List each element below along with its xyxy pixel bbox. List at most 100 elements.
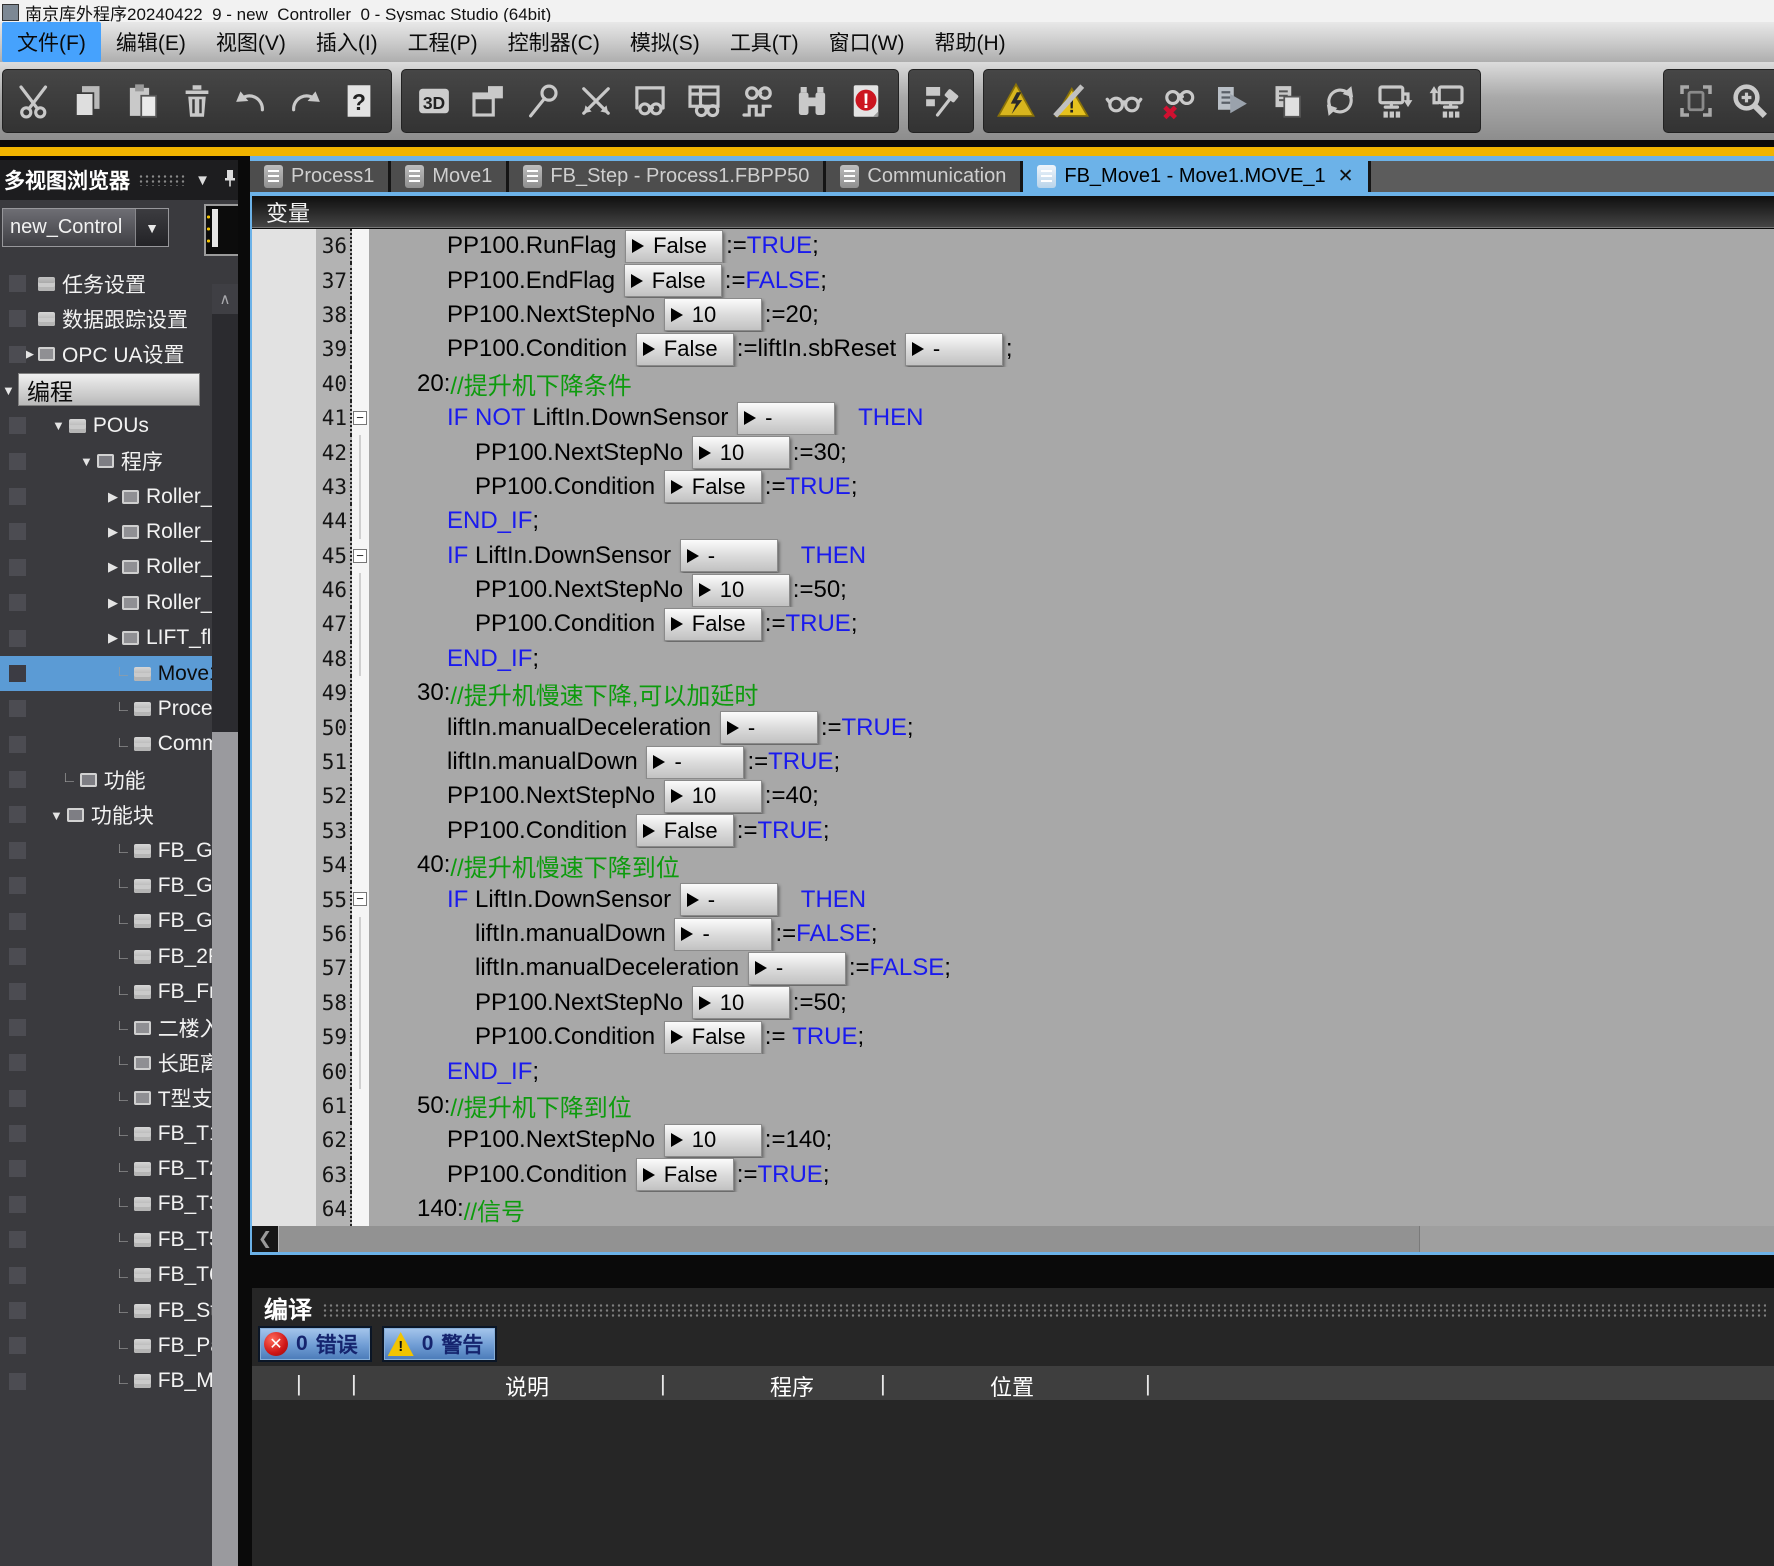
item-checkbox[interactable]	[9, 487, 26, 505]
scroll-left-button[interactable]: ❮	[252, 1226, 278, 1252]
errors-filter-button[interactable]: ✕ 0 错误	[258, 1326, 372, 1362]
tools-button[interactable]	[518, 75, 566, 127]
tree-item-fb_gene[interactable]: ∟ FB_Gene	[0, 868, 212, 903]
code-line[interactable]: 63 PP100.Condition False:= TRUE;	[252, 1157, 1774, 1192]
edit-mode-button[interactable]	[917, 75, 965, 127]
tree-item-fb_gene[interactable]: ∟ FB_Gene	[0, 904, 212, 939]
controller-selector[interactable]: new_Control ▼	[2, 208, 169, 247]
item-checkbox[interactable]	[9, 345, 26, 363]
online-value-box[interactable]: 10	[663, 1123, 762, 1157]
item-checkbox[interactable]	[9, 1124, 26, 1142]
tree-item--[interactable]: ∟ 二楼入库	[0, 1010, 212, 1045]
online-value-box[interactable]: False	[635, 332, 734, 366]
online-value-box[interactable]: False	[635, 814, 734, 848]
item-checkbox[interactable]	[9, 1160, 26, 1178]
code-content[interactable]: PP100.NextStepNo 10:=30;	[369, 435, 1774, 470]
code-line[interactable]: 53 PP100.Condition False:= TRUE;	[252, 813, 1774, 849]
code-line[interactable]: 58 PP100.NextStepNo 10:=50;	[252, 985, 1774, 1020]
tab-process1[interactable]: Process1	[250, 161, 389, 192]
fit-screen-button[interactable]	[1672, 75, 1720, 127]
menu-item-1[interactable]: 文件(F)	[2, 22, 101, 62]
horizontal-scrollbar-thumb[interactable]	[278, 1226, 1420, 1252]
menu-item-9[interactable]: 窗口(W)	[814, 22, 920, 62]
online-value-box[interactable]: -	[679, 883, 778, 917]
upload-from-controller-button[interactable]	[1424, 75, 1472, 127]
tab-move1[interactable]: Move1	[391, 161, 507, 192]
horizontal-scrollbar[interactable]: ❮	[252, 1226, 1774, 1252]
fold-collapse-icon[interactable]: −	[353, 892, 367, 907]
monitor-stop-button[interactable]	[1154, 75, 1202, 127]
scroll-up-button[interactable]: ∧	[212, 284, 238, 314]
tree-item-move1[interactable]: ∟ Move1	[0, 655, 212, 692]
code-content[interactable]: PP100.NextStepNo 10:=20;	[369, 298, 1774, 332]
item-checkbox[interactable]	[9, 1337, 26, 1355]
tree-item-fb_frequ[interactable]: ∟ FB_Frequ	[0, 974, 212, 1009]
undo-button[interactable]	[227, 75, 275, 127]
code-content[interactable]: PP100.Condition False:= TRUE;	[369, 1158, 1774, 1192]
zoom-in-button[interactable]	[1726, 75, 1774, 127]
chevron-down-icon[interactable]: ▼	[135, 209, 168, 246]
menu-item-6[interactable]: 控制器(C)	[493, 22, 615, 62]
online-value-box[interactable]: False	[623, 264, 722, 298]
cut-button[interactable]	[11, 75, 59, 127]
tree-item-roller_flo[interactable]: ▶ Roller_flo	[0, 585, 212, 620]
code-content[interactable]: PP100.NextStepNo 10:=50;	[369, 573, 1774, 607]
code-content[interactable]: IF LiftIn.DownSensor - THEN	[369, 882, 1774, 917]
synchronize-button[interactable]	[1316, 75, 1364, 127]
item-checkbox[interactable]	[9, 310, 26, 328]
chevron-down-icon[interactable]: ▼	[52, 418, 65, 433]
item-checkbox[interactable]	[9, 948, 26, 966]
code-line[interactable]: 38 PP100.NextStepNo 10:=20;	[252, 297, 1774, 333]
code-line[interactable]: 47 PP100.Condition False:= TRUE;	[252, 607, 1774, 642]
code-content[interactable]: 20://提升机下降条件	[369, 367, 1774, 401]
section-header-programming[interactable]: ▼ 编程	[0, 372, 212, 408]
fold-collapse-icon[interactable]: −	[353, 410, 367, 425]
tree-item-fb_passw[interactable]: ∟ FB_Passw	[0, 1328, 212, 1363]
menu-item-7[interactable]: 模拟(S)	[615, 22, 715, 62]
code-content[interactable]: END_IF;	[369, 1054, 1774, 1088]
code-content[interactable]: END_IF;	[369, 504, 1774, 538]
code-content[interactable]: 40://提升机慢速下降到位	[369, 848, 1774, 882]
code-line[interactable]: 37 PP100.EndFlag False:= FALSE;	[252, 263, 1774, 298]
code-line[interactable]: 44 END_IF;	[252, 504, 1774, 539]
code-content[interactable]: PP100.Condition False:= TRUE;	[369, 607, 1774, 641]
chevron-down-icon[interactable]: ▼	[50, 808, 63, 823]
code-line[interactable]: 64 140://信号	[252, 1191, 1774, 1226]
code-content[interactable]: liftIn.manualDeceleration -:= FALSE;	[369, 951, 1774, 985]
item-checkbox[interactable]	[9, 1301, 26, 1319]
chevron-right-icon[interactable]: ▶	[108, 630, 118, 646]
watch-table-button[interactable]	[680, 75, 728, 127]
paste-button[interactable]	[119, 75, 167, 127]
online-value-box[interactable]: 10	[663, 779, 762, 813]
monitor-button[interactable]	[1100, 75, 1148, 127]
column-separator[interactable]: |	[296, 1371, 302, 1397]
item-checkbox[interactable]	[9, 806, 26, 824]
item-checkbox[interactable]	[9, 1018, 26, 1036]
tree-item-commu[interactable]: ∟ Commu	[0, 727, 212, 762]
copy-button[interactable]	[65, 75, 113, 127]
column-separator[interactable]: |	[660, 1371, 666, 1397]
variables-bar[interactable]: 变量	[252, 196, 1774, 228]
item-checkbox[interactable]	[9, 664, 26, 682]
online-value-box[interactable]: -	[674, 917, 773, 951]
code-line[interactable]: 45 − IF LiftIn.DownSensor - THEN	[252, 538, 1774, 573]
sidebar-scrollbar[interactable]: ∧	[212, 284, 238, 1566]
code-line[interactable]: 49 30://提升机慢速下降,可以加延时	[252, 676, 1774, 711]
sidebar-scrollbar-thumb[interactable]	[212, 732, 238, 1566]
tree-item--[interactable]: ▼ 功能块	[0, 797, 212, 832]
chevron-down-icon[interactable]: ▼	[80, 454, 93, 469]
output-window-button[interactable]: !	[842, 75, 890, 127]
pin-icon[interactable]	[222, 169, 238, 192]
run-button[interactable]	[1208, 75, 1256, 127]
code-content[interactable]: 30://提升机慢速下降,可以加延时	[369, 676, 1774, 710]
check-program-button[interactable]	[992, 75, 1040, 127]
tree-item-roller_flo[interactable]: ▶ Roller_flo	[0, 550, 212, 585]
code-line[interactable]: 42 PP100.NextStepNo 10:=30;	[252, 435, 1774, 470]
tree-item--[interactable]: 任务设置	[0, 266, 212, 301]
tree-item--[interactable]: ∟ 长距离电	[0, 1045, 212, 1080]
item-checkbox[interactable]	[9, 700, 26, 718]
code-content[interactable]: liftIn.manualDown -:= FALSE;	[369, 917, 1774, 951]
download-to-controller-button[interactable]	[1370, 75, 1418, 127]
code-line[interactable]: 61 50://提升机下降到位	[252, 1088, 1774, 1124]
code-content[interactable]: IF NOT LiftIn.DownSensor - THEN	[369, 401, 1774, 435]
